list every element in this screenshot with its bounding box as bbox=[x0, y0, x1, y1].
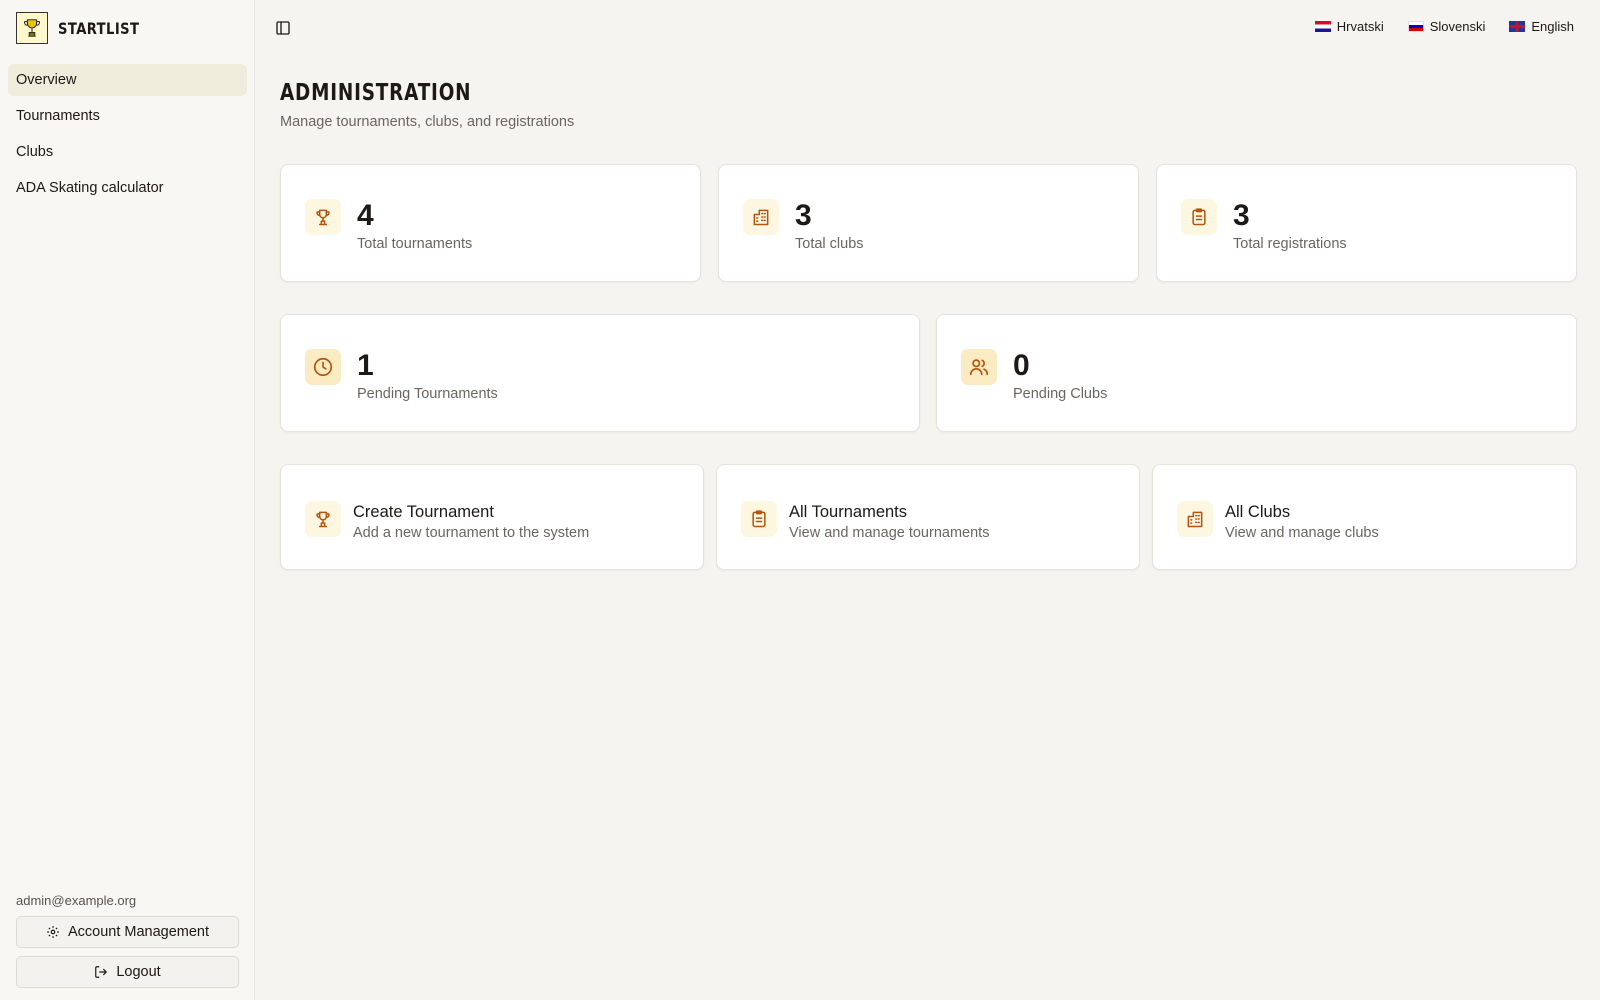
sidebar: STARTLIST Overview Tournaments Clubs ADA… bbox=[0, 0, 255, 1000]
logout-icon bbox=[94, 965, 108, 979]
stat-label: Total clubs bbox=[795, 236, 864, 252]
stat-card-total-tournaments: 4 Total tournaments bbox=[280, 164, 701, 282]
language-label: Hrvatski bbox=[1336, 19, 1384, 34]
all-tournaments-card[interactable]: All Tournaments View and manage tourname… bbox=[716, 464, 1140, 570]
language-slovenski[interactable]: Slovenski bbox=[1407, 19, 1486, 34]
create-tournament-card[interactable]: Create Tournament Add a new tournament t… bbox=[280, 464, 704, 570]
sidebar-item-tournaments[interactable]: Tournaments bbox=[8, 100, 247, 132]
brand[interactable]: STARTLIST bbox=[16, 12, 157, 44]
stat-label: Total tournaments bbox=[357, 236, 473, 252]
panel-left-icon bbox=[275, 20, 291, 36]
stat-label: Pending Tournaments bbox=[357, 386, 498, 402]
si-flag-icon bbox=[1407, 21, 1424, 32]
sidebar-item-overview[interactable]: Overview bbox=[8, 64, 247, 96]
clipboard-icon bbox=[1181, 199, 1217, 235]
app-name: STARTLIST bbox=[58, 18, 140, 38]
sidebar-item-clubs[interactable]: Clubs bbox=[8, 136, 247, 168]
logout-label: Logout bbox=[116, 964, 161, 980]
stat-value: 4 bbox=[357, 199, 374, 232]
action-description: View and manage tournaments bbox=[789, 525, 990, 541]
sidebar-toggle-button[interactable] bbox=[272, 17, 294, 39]
page-header: ADMINISTRATION Manage tournaments, clubs… bbox=[280, 80, 574, 130]
all-clubs-card[interactable]: All Clubs View and manage clubs bbox=[1152, 464, 1577, 570]
stat-card-pending-tournaments: 1 Pending Tournaments bbox=[280, 314, 920, 432]
logout-button[interactable]: Logout bbox=[16, 956, 239, 988]
language-english[interactable]: English bbox=[1509, 19, 1574, 34]
account-management-button[interactable]: Account Management bbox=[16, 916, 239, 948]
stat-value: 0 bbox=[1013, 349, 1030, 382]
page-title: ADMINISTRATION bbox=[280, 80, 472, 106]
language-label: Slovenski bbox=[1429, 19, 1486, 34]
trophy-icon bbox=[305, 199, 341, 235]
stat-value: 3 bbox=[1233, 199, 1250, 232]
building-icon bbox=[1177, 501, 1213, 537]
language-switcher: Hrvatski Slovenski English bbox=[1314, 19, 1574, 34]
stat-label: Pending Clubs bbox=[1013, 386, 1108, 402]
clock-icon bbox=[305, 349, 341, 385]
stat-card-pending-clubs: 0 Pending Clubs bbox=[936, 314, 1577, 432]
sidebar-nav: Overview Tournaments Clubs ADA Skating c… bbox=[8, 64, 247, 208]
trophy-logo-icon bbox=[16, 12, 48, 44]
clipboard-icon bbox=[741, 501, 777, 537]
gb-flag-icon bbox=[1509, 21, 1526, 32]
users-icon bbox=[961, 349, 997, 385]
language-label: English bbox=[1531, 19, 1574, 34]
action-description: View and manage clubs bbox=[1225, 525, 1379, 541]
action-description: Add a new tournament to the system bbox=[353, 525, 590, 541]
stat-value: 1 bbox=[357, 349, 374, 382]
action-title: All Clubs bbox=[1225, 503, 1291, 521]
sidebar-item-ada-skating-calculator[interactable]: ADA Skating calculator bbox=[8, 172, 247, 204]
action-title: Create Tournament bbox=[353, 503, 494, 521]
action-title: All Tournaments bbox=[789, 503, 908, 521]
user-email: admin@example.org bbox=[16, 893, 137, 908]
page-subtitle: Manage tournaments, clubs, and registrat… bbox=[280, 114, 575, 130]
sidebar-footer: admin@example.org Account Management Log… bbox=[16, 893, 239, 988]
gear-icon bbox=[46, 925, 60, 939]
stat-card-total-registrations: 3 Total registrations bbox=[1156, 164, 1577, 282]
stat-value: 3 bbox=[795, 199, 812, 232]
trophy-icon bbox=[305, 501, 341, 537]
stat-card-total-clubs: 3 Total clubs bbox=[718, 164, 1139, 282]
account-management-label: Account Management bbox=[67, 924, 210, 940]
building-icon bbox=[743, 199, 779, 235]
language-hrvatski[interactable]: Hrvatski bbox=[1314, 19, 1384, 34]
hr-flag-icon bbox=[1314, 21, 1331, 32]
stat-label: Total registrations bbox=[1233, 236, 1347, 252]
